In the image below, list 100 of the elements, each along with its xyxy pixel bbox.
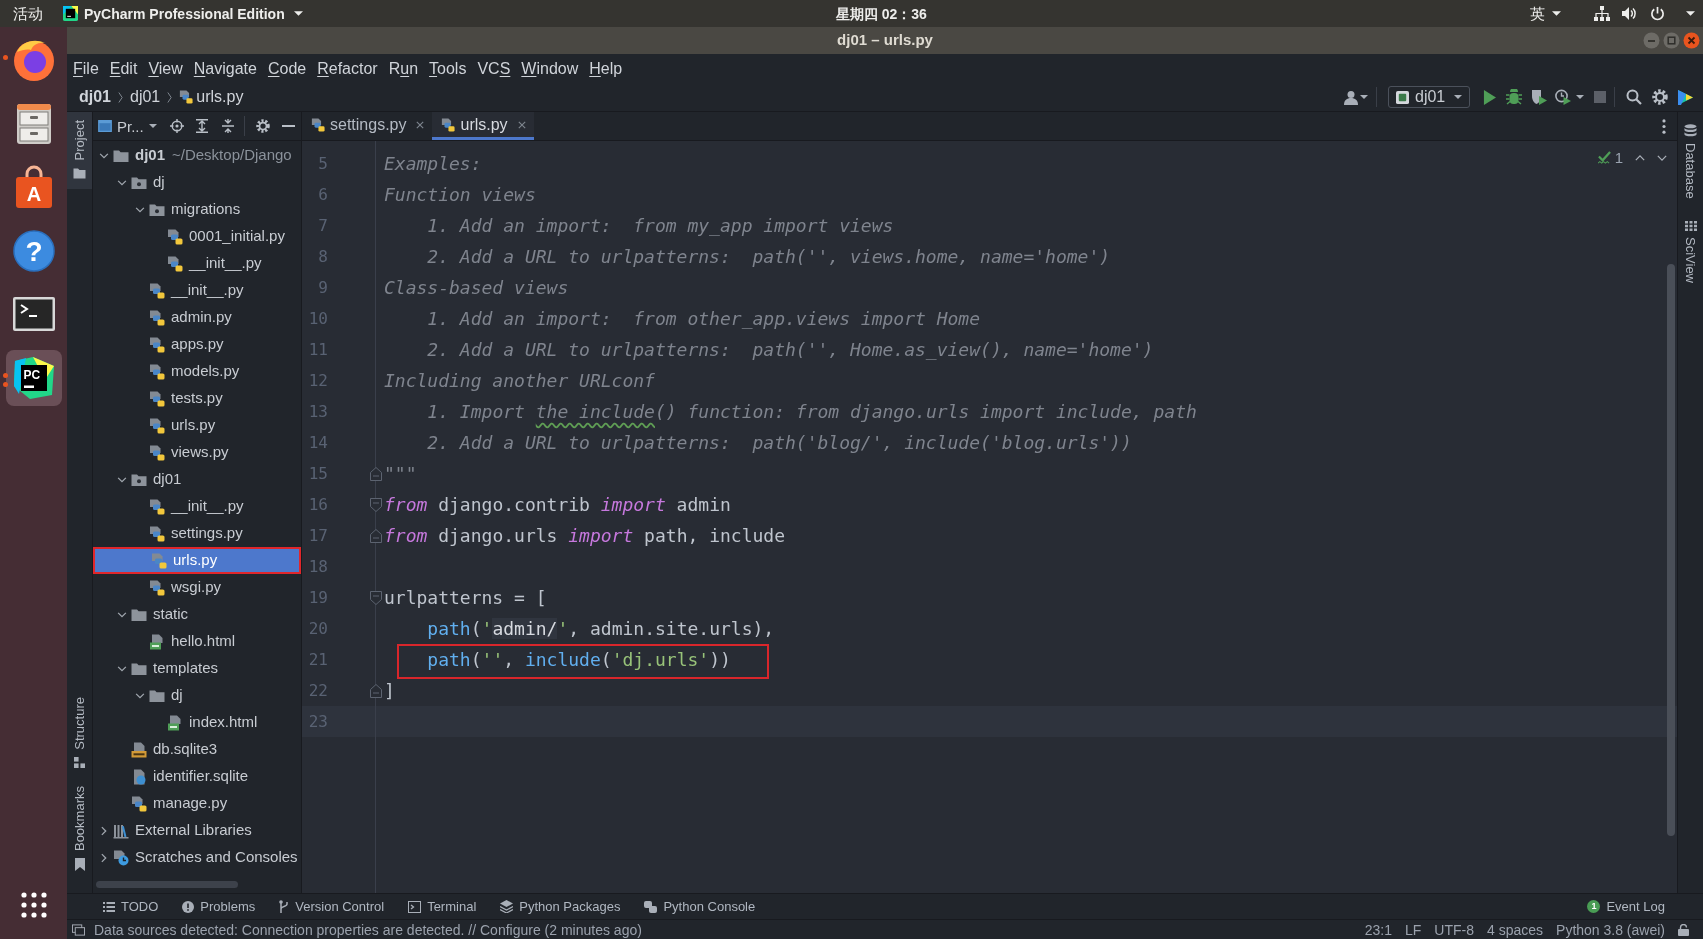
status-item[interactable]: 4 spaces bbox=[1487, 922, 1544, 937]
tree-item[interactable]: views.py bbox=[93, 439, 301, 466]
tool-window-button[interactable]: Terminal bbox=[408, 900, 477, 913]
scrollbar[interactable] bbox=[1667, 264, 1675, 836]
chevron-down-icon[interactable] bbox=[135, 692, 145, 699]
volume-icon[interactable] bbox=[1622, 6, 1636, 21]
activities-button[interactable]: 活动 bbox=[13, 6, 43, 21]
tree-item[interactable]: settings.py bbox=[93, 520, 301, 547]
close-icon[interactable] bbox=[1683, 32, 1700, 49]
tree-item[interactable]: manage.py bbox=[93, 790, 301, 817]
windows-icon[interactable] bbox=[72, 923, 85, 936]
tree-item[interactable]: __init__.py bbox=[93, 250, 301, 277]
search-icon[interactable] bbox=[1626, 89, 1642, 105]
triangle-logo-icon[interactable] bbox=[1677, 89, 1693, 105]
tree-item[interactable]: dj bbox=[93, 682, 301, 709]
tool-window-tab[interactable]: SciView bbox=[1684, 220, 1697, 283]
tree-item[interactable]: index.html bbox=[93, 709, 301, 736]
tree-item[interactable]: __init__.py bbox=[93, 277, 301, 304]
expand-all-icon[interactable] bbox=[195, 119, 208, 133]
breadcrumb[interactable]: dj01 bbox=[130, 89, 161, 105]
tree-item[interactable]: urls.py bbox=[93, 547, 301, 574]
tree-item[interactable]: templates bbox=[93, 655, 301, 682]
event-log-button[interactable]: 1 Event Log bbox=[1587, 900, 1665, 913]
app-logo[interactable]: PC bbox=[11, 355, 56, 400]
menu-item[interactable]: View bbox=[148, 60, 183, 77]
tree-item[interactable]: models.py bbox=[93, 358, 301, 385]
maximize-icon[interactable] bbox=[1663, 32, 1680, 49]
lock-icon[interactable] bbox=[1678, 923, 1689, 936]
chevron-down-icon[interactable] bbox=[135, 206, 145, 213]
tool-window-tab[interactable]: Database bbox=[1684, 124, 1697, 199]
settings-icon[interactable] bbox=[255, 119, 270, 133]
status-item[interactable]: 23:1 bbox=[1364, 922, 1392, 937]
close-icon[interactable] bbox=[517, 120, 526, 129]
caret-icon[interactable] bbox=[1360, 95, 1368, 99]
tree-item[interactable]: 0001_initial.py bbox=[93, 223, 301, 250]
tree-item[interactable]: dj01 bbox=[93, 466, 301, 493]
input-method-menu[interactable]: 英 bbox=[1530, 6, 1561, 21]
chevron-right-icon[interactable] bbox=[101, 852, 107, 863]
close-icon[interactable] bbox=[416, 120, 425, 129]
show-apps-icon[interactable] bbox=[20, 892, 47, 918]
tool-window-button[interactable]: Python Console bbox=[644, 900, 756, 913]
chevron-right-icon[interactable] bbox=[101, 825, 107, 836]
tool-window-tab[interactable]: Structure bbox=[67, 689, 92, 778]
breadcrumb[interactable]: urls.py bbox=[179, 89, 244, 105]
tool-window-button[interactable]: Problems bbox=[182, 900, 256, 913]
tool-window-tab[interactable]: Bookmarks bbox=[67, 777, 92, 881]
more-icon[interactable] bbox=[1662, 118, 1666, 134]
chevron-down-icon[interactable] bbox=[117, 179, 127, 186]
status-item[interactable]: LF bbox=[1405, 922, 1422, 937]
menu-item[interactable]: Refactor bbox=[317, 60, 378, 77]
chevron-down-icon[interactable] bbox=[99, 152, 109, 159]
chevron-down-icon[interactable] bbox=[117, 476, 127, 483]
caret-icon[interactable] bbox=[1576, 95, 1584, 99]
tree-item[interactable]: tests.py bbox=[93, 385, 301, 412]
collapse-all-icon[interactable] bbox=[221, 119, 234, 133]
tree-item[interactable]: __init__.py bbox=[93, 493, 301, 520]
help-icon[interactable]: ? bbox=[11, 228, 56, 273]
shield-play-icon[interactable] bbox=[1531, 89, 1547, 105]
tree-item[interactable]: External Libraries bbox=[93, 817, 301, 844]
tree-item[interactable]: wsgi.py bbox=[93, 574, 301, 601]
tool-window-button[interactable]: Version Control bbox=[279, 900, 385, 913]
tool-window-button[interactable]: TODO bbox=[103, 900, 159, 913]
power-icon[interactable] bbox=[1650, 6, 1665, 21]
clock-play-icon[interactable] bbox=[1555, 89, 1571, 105]
menu-item[interactable]: Tools bbox=[429, 60, 467, 77]
menu-item[interactable]: File bbox=[73, 60, 99, 77]
menu-item[interactable]: Help bbox=[589, 60, 623, 77]
tree-item[interactable]: db.sqlite3 bbox=[93, 736, 301, 763]
menu-item[interactable]: Run bbox=[388, 60, 419, 77]
status-item[interactable]: UTF-8 bbox=[1434, 922, 1474, 937]
dock-item[interactable]: PC bbox=[5, 349, 62, 406]
caret-icon[interactable] bbox=[1686, 11, 1695, 16]
status-item[interactable]: Python 3.8 (awei) bbox=[1556, 922, 1665, 937]
editor-tab[interactable]: settings.py bbox=[302, 112, 433, 140]
crosshair-icon[interactable] bbox=[169, 119, 184, 133]
settings-icon[interactable] bbox=[1652, 89, 1668, 105]
menu-item[interactable]: Edit bbox=[109, 60, 138, 77]
network-icon[interactable] bbox=[1594, 6, 1610, 21]
browser-icon[interactable] bbox=[11, 38, 56, 82]
tool-window-tab[interactable]: Project bbox=[67, 112, 92, 190]
tree-item[interactable]: dj01 ~/Desktop/Django bbox=[93, 142, 301, 169]
tree-item[interactable]: migrations bbox=[93, 196, 301, 223]
menu-item[interactable]: Window bbox=[521, 60, 579, 77]
user-icon[interactable] bbox=[1344, 89, 1358, 105]
clock[interactable]: 星期四 02：36 bbox=[835, 6, 927, 21]
bug-icon[interactable] bbox=[1506, 89, 1522, 105]
view-dropdown[interactable]: Pr... bbox=[98, 118, 157, 134]
tree-item[interactable]: apps.py bbox=[93, 331, 301, 358]
chevron-up-icon[interactable] bbox=[1635, 154, 1645, 161]
tree-item[interactable]: static bbox=[93, 601, 301, 628]
tree-item[interactable]: admin.py bbox=[93, 304, 301, 331]
menu-item[interactable]: VCS bbox=[477, 60, 511, 77]
chevron-down-icon[interactable] bbox=[117, 611, 127, 618]
tree-item[interactable]: hello.html bbox=[93, 628, 301, 655]
chevron-down-icon[interactable] bbox=[117, 665, 127, 672]
app-menu[interactable]: PyCharm Professional Edition bbox=[63, 6, 303, 21]
breadcrumb[interactable]: dj01 bbox=[79, 89, 111, 105]
tree-item[interactable]: Scratches and Consoles bbox=[93, 844, 301, 871]
tree-item[interactable]: dj bbox=[93, 169, 301, 196]
run-configuration-dropdown[interactable]: dj01 bbox=[1388, 86, 1470, 108]
